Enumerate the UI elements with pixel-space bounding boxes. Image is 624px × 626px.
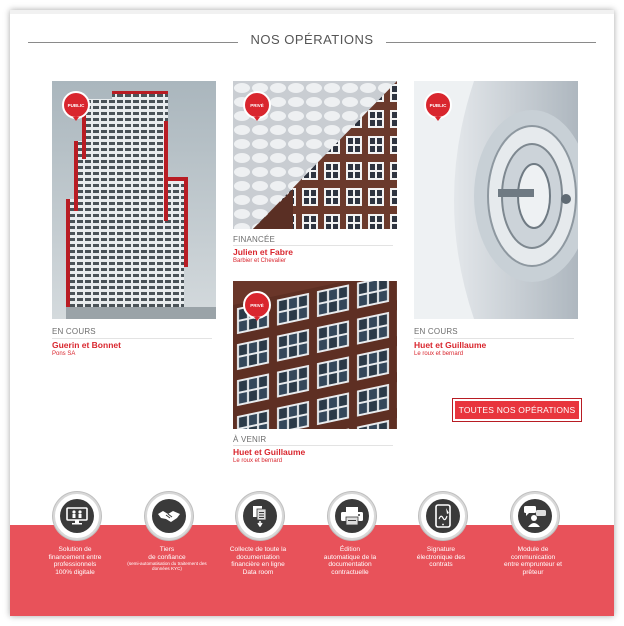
handshake-icon	[145, 492, 193, 540]
monitor-people-icon	[53, 492, 101, 540]
page-frame: NOS OPÉRATIONS PUBLIC EN COURS Guerin et…	[10, 10, 614, 616]
divider	[233, 245, 393, 246]
documents-download-icon	[236, 492, 284, 540]
public-badge: PUBLIC	[62, 91, 90, 121]
operation-card-3[interactable]: PUBLIC EN COURS Huet et Guillaume Le rou…	[414, 81, 578, 371]
operation-status: À VENIR	[233, 435, 267, 444]
operation-card-4[interactable]: PRIVÉ À VENIR Huet et Guillaume Le roux …	[233, 281, 397, 476]
printer-icon	[328, 492, 376, 540]
top-bar	[10, 10, 614, 14]
feature-label: Signature électronique des contrats	[416, 546, 466, 569]
chat-person-icon	[511, 492, 559, 540]
divider	[414, 338, 574, 339]
feature-label: Tiers de confiance (semi-automatisation d…	[127, 546, 207, 572]
private-badge: PRIVÉ	[243, 91, 271, 121]
operation-company: Pons SA	[52, 351, 76, 357]
public-badge: PUBLIC	[424, 91, 452, 121]
feature-label: Module de communication entre emprunteur e…	[504, 546, 562, 576]
operation-status: EN COURS	[414, 327, 458, 336]
section-title: NOS OPÉRATIONS	[242, 32, 382, 47]
feature-label: Solution de financement entre professionne…	[48, 546, 102, 576]
feature-label: Collecte de toute la documentation financi…	[229, 546, 287, 576]
feature-label: Édition automatique de la documentation con…	[323, 546, 377, 576]
operation-card-1[interactable]: PUBLIC EN COURS Guerin et Bonnet Pons SA	[52, 81, 216, 371]
operation-status: FINANCÉE	[233, 235, 276, 244]
all-operations-button[interactable]: TOUTES NOS OPÉRATIONS	[452, 398, 582, 422]
operation-name[interactable]: Huet et Guillaume	[414, 340, 486, 350]
section-heading: NOS OPÉRATIONS	[10, 32, 614, 52]
operation-company: Le roux et bernard	[233, 458, 283, 464]
divider	[233, 445, 393, 446]
operation-card-2[interactable]: PRIVÉ FINANCÉE Julien et Fabre Barbier e…	[233, 81, 397, 276]
private-badge: PRIVÉ	[243, 291, 271, 321]
tablet-signature-icon	[419, 492, 467, 540]
operation-name[interactable]: Julien et Fabre	[233, 247, 293, 257]
operation-name[interactable]: Huet et Guillaume	[233, 447, 305, 457]
operation-name[interactable]: Guerin et Bonnet	[52, 340, 121, 350]
operation-status: EN COURS	[52, 327, 96, 336]
operation-company: Barbier et Chevalier	[233, 258, 287, 264]
divider	[52, 338, 212, 339]
operation-company: Le roux et bernard	[414, 351, 464, 357]
